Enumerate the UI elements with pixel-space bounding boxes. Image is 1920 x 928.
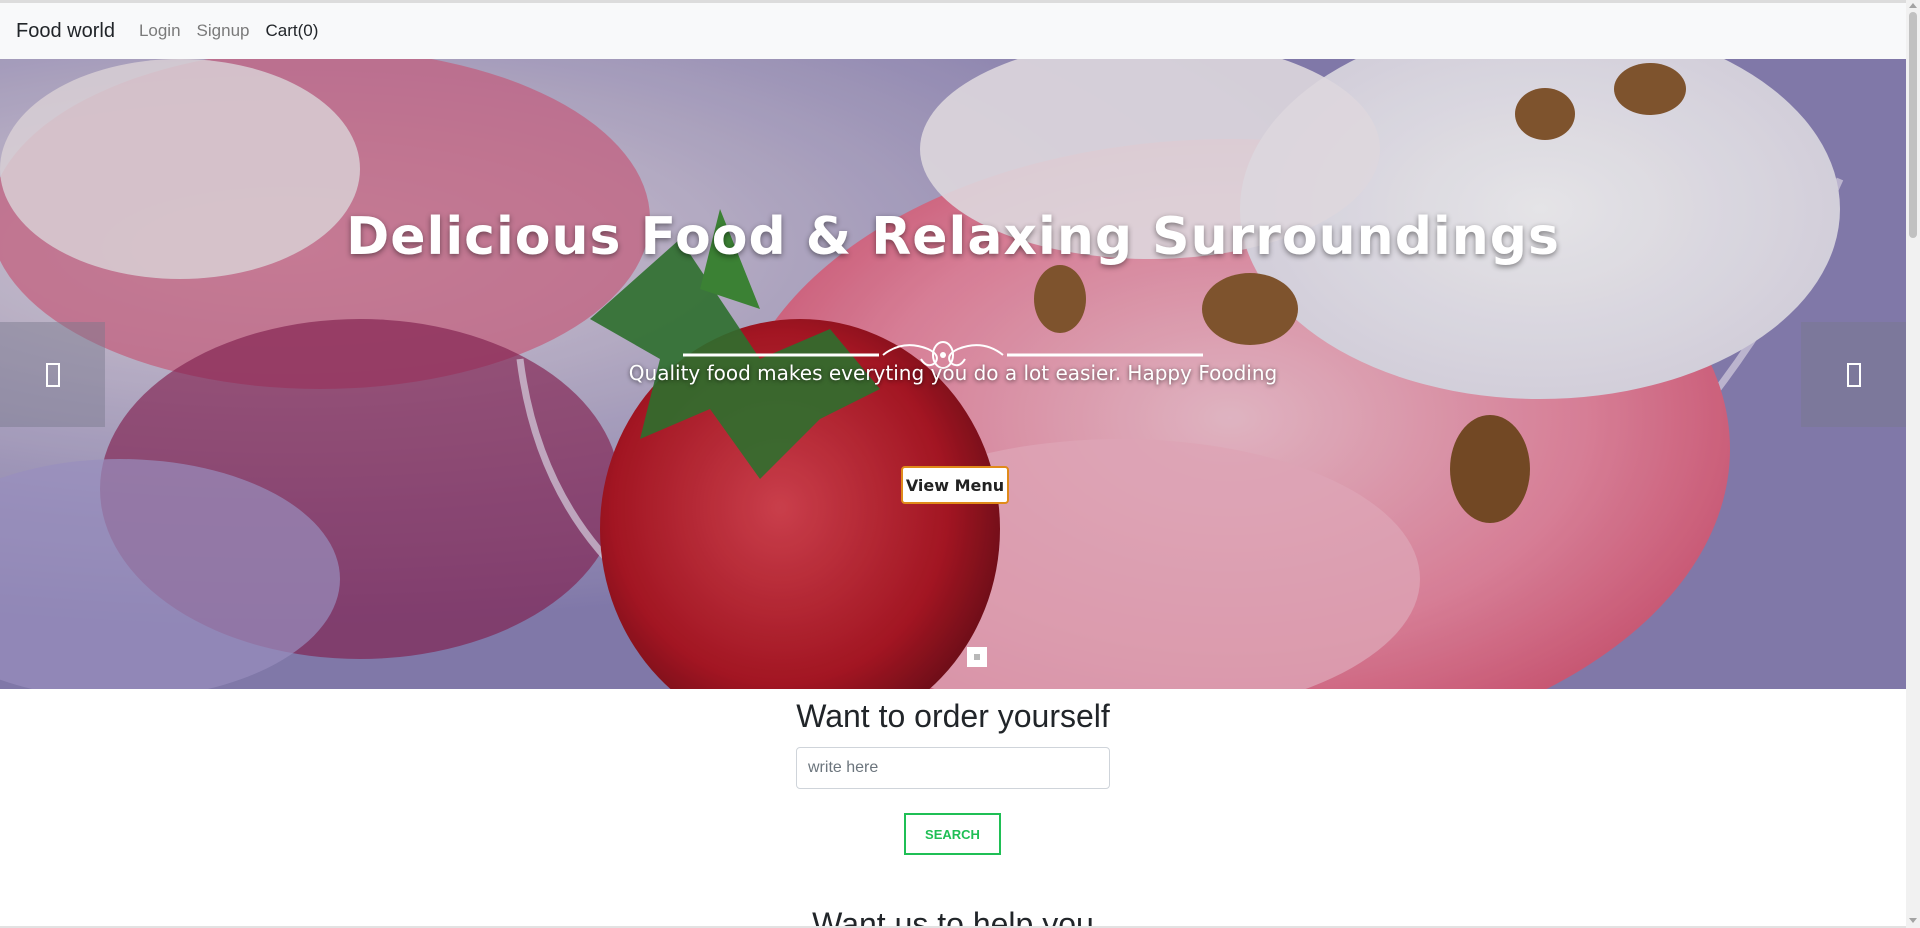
hero-title: Delicious Food & Relaxing Surroundings (346, 207, 1560, 267)
scroll-up-icon[interactable] (1909, 3, 1917, 8)
navbar: Food world Login Signup Cart(0) (0, 3, 1906, 59)
search-input[interactable] (796, 747, 1110, 789)
view-menu-button[interactable]: View Menu (901, 466, 1009, 504)
nav-cart-link[interactable]: Cart(0) (265, 21, 318, 41)
chevron-right-icon (1846, 362, 1861, 387)
hero-subtitle: Quality food makes everyting you do a lo… (628, 361, 1278, 385)
nav-signup-link[interactable]: Signup (197, 21, 250, 41)
brand-link[interactable]: Food world (16, 20, 115, 43)
hero-carousel: Delicious Food & Relaxing Surroundings Q… (0, 59, 1906, 689)
indicator-dot (974, 654, 980, 660)
carousel-indicator[interactable] (967, 647, 987, 667)
chevron-left-icon (45, 362, 60, 387)
carousel-prev-button[interactable] (0, 322, 105, 427)
search-button[interactable]: SEARCH (904, 813, 1001, 855)
help-heading: Want us to help you (812, 906, 1094, 928)
scroll-down-icon[interactable] (1909, 918, 1917, 923)
scrollbar-thumb[interactable] (1909, 12, 1917, 238)
browser-viewport: Food world Login Signup Cart(0) Deliciou… (0, 0, 1920, 928)
scrollbar[interactable] (1906, 0, 1920, 928)
order-heading: Want to order yourself (796, 698, 1110, 734)
page: Food world Login Signup Cart(0) Deliciou… (0, 0, 1906, 928)
carousel-next-button[interactable] (1801, 322, 1906, 427)
nav-login-link[interactable]: Login (139, 21, 181, 41)
